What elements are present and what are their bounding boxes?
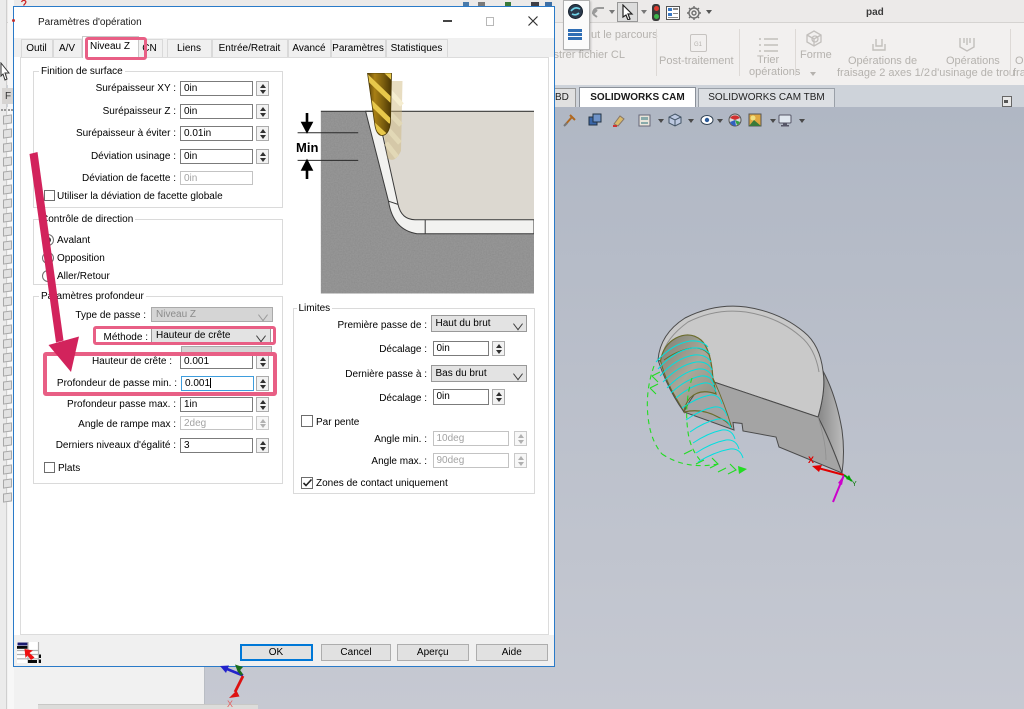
svg-text:X: X bbox=[227, 699, 233, 709]
svg-text:Y: Y bbox=[852, 481, 857, 488]
svg-text:X: X bbox=[808, 455, 814, 465]
